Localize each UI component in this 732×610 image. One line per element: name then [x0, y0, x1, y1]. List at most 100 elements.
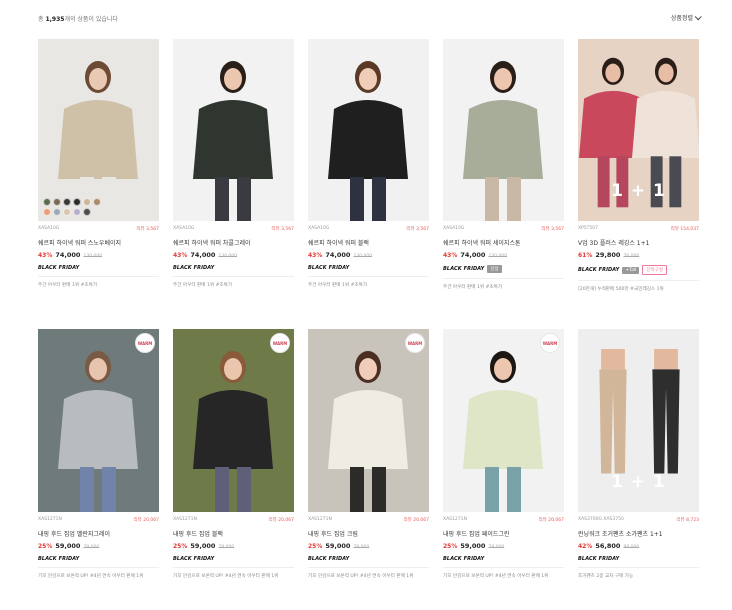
review-count[interactable]: 리뷰 20,067 — [404, 517, 429, 523]
product-description: 주간 아우터 판매 1위 #초특가 — [38, 283, 98, 288]
color-swatch[interactable] — [73, 208, 81, 216]
product-name[interactable]: V업 3D 플러스 레깅스 1+1 — [578, 238, 699, 247]
product-card[interactable]: XASA10G 리뷰 3,567 쉐르피 하이넥 워퍼 세이지스톤 43% 74,000… — [443, 39, 564, 291]
black-friday-badge: BLACK FRIDAY — [443, 556, 485, 562]
original-price: 130,000 — [488, 254, 508, 259]
product-code: XASA10G — [308, 226, 330, 231]
color-swatch[interactable] — [63, 208, 71, 216]
color-swatch[interactable] — [73, 198, 81, 206]
product-thumbnail[interactable]: WARM — [443, 329, 564, 512]
product-card[interactable]: WARM XAS1271N 리뷰 20,067 내핑 후드 집업 페이드그린 25% 59… — [443, 329, 564, 580]
product-thumbnail[interactable] — [308, 39, 429, 221]
sale-price: 59,000 — [325, 542, 351, 550]
original-price: 79,000 — [218, 545, 235, 550]
review-count[interactable]: 리뷰 8,723 — [676, 517, 699, 523]
sale-price: 59,000 — [460, 542, 486, 550]
product-description: 기모 안감으로 보온력 UP! #4년 연속 아우터 판매 1위 — [443, 574, 549, 579]
review-count[interactable]: 리뷰 20,067 — [134, 517, 159, 523]
black-friday-badge: BLACK FRIDAY — [578, 556, 620, 562]
product-name[interactable]: 내핑 후드 집업 블랙 — [173, 529, 294, 538]
product-name[interactable]: 내핑 후드 집업 페이드그린 — [443, 529, 564, 538]
divider — [578, 567, 699, 568]
warm-badge: WARM — [270, 333, 290, 353]
product-code: XAS1271N — [443, 517, 467, 522]
color-swatch[interactable] — [53, 198, 61, 206]
product-card[interactable]: 1 + 1 XP5T507 리뷰 154,037 V업 3D 플러스 레깅스 1+1 6… — [578, 39, 699, 293]
color-swatch[interactable] — [93, 198, 101, 206]
review-count[interactable]: 리뷰 20,067 — [539, 517, 564, 523]
original-price: 76,000 — [623, 254, 640, 259]
product-name[interactable]: 쉐르피 하이넥 워퍼 블랙 — [308, 238, 429, 247]
warm-badge: WARM — [540, 333, 560, 353]
product-card[interactable]: XASA10G 리뷰 3,567 쉐르피 하이넥 워퍼 블랙 43% 74,000 130… — [308, 39, 429, 289]
product-thumbnail[interactable] — [443, 39, 564, 221]
original-price: 98,000 — [623, 545, 640, 550]
review-count[interactable]: 리뷰 3,567 — [541, 226, 564, 232]
product-description: 조거팬츠 2종 교차 구매 가능 — [578, 574, 634, 579]
product-name[interactable]: 내핑 후드 집업 멜란지그레이 — [38, 529, 159, 538]
sale-price: 29,800 — [595, 251, 621, 259]
sale-price: 59,000 — [55, 542, 81, 550]
sale-price: 74,000 — [460, 251, 486, 259]
one-plus-one-overlay: 1 + 1 — [611, 471, 666, 492]
product-description: 주간 아우터 판매 1위 #초특가 — [308, 283, 368, 288]
product-description: 주간 아우터 판매 1위 #초특가 — [443, 285, 503, 290]
divider — [443, 567, 564, 568]
review-count[interactable]: 리뷰 3,567 — [271, 226, 294, 232]
product-description: 기모 안감으로 보온력 UP! #4년 연속 아우터 판매 1위 — [38, 574, 144, 579]
color-swatch[interactable] — [83, 208, 91, 216]
divider — [308, 276, 429, 277]
product-thumbnail[interactable]: WARM — [308, 329, 429, 512]
sale-price: 74,000 — [190, 251, 216, 259]
product-name[interactable]: 내핑 후드 집업 크림 — [308, 529, 429, 538]
product-count: 총 1,935개의 상품이 있습니다 — [38, 16, 118, 23]
original-price: 79,000 — [83, 545, 100, 550]
sale-price: 56,800 — [595, 542, 621, 550]
product-thumbnail[interactable]: WARM — [38, 329, 159, 512]
product-name[interactable]: 쉐르피 하이넥 워퍼 스노우베이지 — [38, 238, 159, 247]
black-friday-badge: BLACK FRIDAY — [38, 556, 80, 562]
black-friday-badge: BLACK FRIDAY — [308, 265, 350, 271]
product-image — [173, 329, 294, 512]
black-friday-badge: BLACK FRIDAY — [38, 265, 80, 271]
product-name[interactable]: 쉐르피 하이넥 워퍼 차콜그레이 — [173, 238, 294, 247]
original-price: 79,000 — [353, 545, 370, 550]
color-swatch[interactable] — [43, 198, 51, 206]
chevron-down-icon — [694, 13, 702, 21]
product-code: XAS1271N — [308, 517, 332, 522]
discount-rate: 25% — [308, 543, 323, 550]
discount-rate: 61% — [578, 252, 593, 259]
product-name[interactable]: 쉐르피 하이넥 워퍼 세이지스톤 — [443, 238, 564, 247]
one-plus-one-overlay: 1 + 1 — [611, 180, 666, 201]
product-description: 기모 안감으로 보온력 UP! #4년 연속 아우터 판매 1위 — [173, 574, 279, 579]
divider — [38, 567, 159, 568]
color-swatch[interactable] — [83, 198, 91, 206]
review-count[interactable]: 리뷰 154,037 — [671, 226, 699, 232]
sort-dropdown[interactable]: 상품정렬 — [671, 13, 702, 22]
product-thumbnail[interactable]: 1 + 1 — [578, 329, 699, 512]
discount-rate: 25% — [443, 543, 458, 550]
product-card[interactable]: 1 + 1 XAS3700G XAS3750 리뷰 8,723 런닝워크 조거팬츠 소… — [578, 329, 699, 580]
product-thumbnail[interactable] — [173, 39, 294, 221]
product-card[interactable]: WARM XAS1271N 리뷰 20,067 내핑 후드 집업 크림 25% 59,00… — [308, 329, 429, 580]
product-code: XASA10G — [443, 226, 465, 231]
black-friday-badge: BLACK FRIDAY — [578, 267, 620, 273]
product-thumbnail[interactable]: 1 + 1 — [578, 39, 699, 221]
product-card[interactable]: XASA10G 리뷰 3,567 쉐르피 하이넥 워퍼 스노우베이지 43% 74,00… — [38, 39, 159, 289]
review-count[interactable]: 리뷰 3,567 — [136, 226, 159, 232]
color-swatch[interactable] — [53, 208, 61, 216]
product-thumbnail[interactable] — [38, 39, 159, 221]
sale-price: 74,000 — [325, 251, 351, 259]
color-swatch[interactable] — [43, 208, 51, 216]
product-card[interactable]: XASA10G 리뷰 3,567 쉐르피 하이넥 워퍼 차콜그레이 43% 74,000… — [173, 39, 294, 289]
color-swatch[interactable] — [63, 198, 71, 206]
product-tag: 신상 — [487, 265, 502, 273]
product-name[interactable]: 런닝워크 조거팬츠 소가팬츠 1+1 — [578, 529, 699, 538]
black-friday-badge: BLACK FRIDAY — [443, 266, 485, 272]
product-thumbnail[interactable]: WARM — [173, 329, 294, 512]
product-card[interactable]: WARM XAS1271N 리뷰 20,067 내핑 후드 집업 멜란지그레이 25% 5… — [38, 329, 159, 580]
product-card[interactable]: WARM XAS1271N 리뷰 20,067 내핑 후드 집업 블랙 25% 59,00… — [173, 329, 294, 580]
divider — [443, 278, 564, 279]
review-count[interactable]: 리뷰 3,567 — [406, 226, 429, 232]
review-count[interactable]: 리뷰 20,067 — [269, 517, 294, 523]
